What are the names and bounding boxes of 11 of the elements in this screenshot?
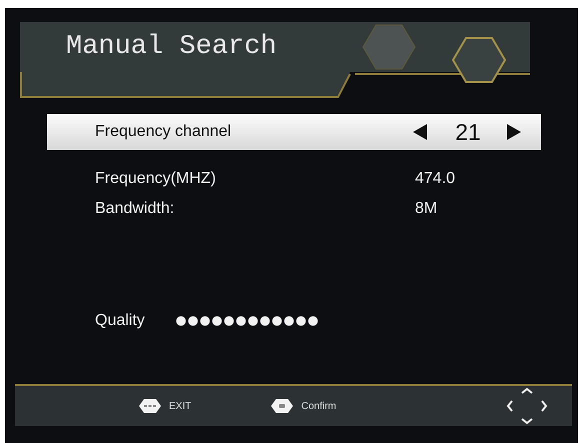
left-arrow-icon: [413, 124, 427, 140]
right-arrow-icon: [507, 124, 521, 140]
quality-label: Quality: [95, 312, 145, 330]
remote-key-icon: [139, 399, 161, 413]
hint-label: Confirm: [301, 400, 336, 412]
menu-row[interactable]: Frequency(MHZ) 474.0: [47, 164, 541, 194]
hint-label: EXIT: [169, 400, 192, 412]
menu-row[interactable]: Bandwidth: 8M: [47, 194, 541, 224]
screen-title: Manual Search: [65, 31, 277, 62]
remote-key-icon: [271, 399, 294, 413]
selected-row[interactable]: Frequency channel 21: [47, 114, 541, 150]
